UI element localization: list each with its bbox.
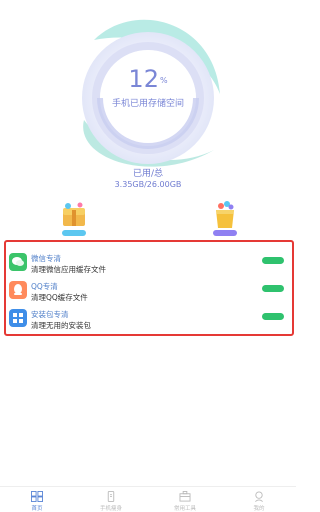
tab-profile[interactable]: 我的 (222, 487, 296, 512)
storage-percent-block: 12 % 手机已用存储空间 (0, 64, 296, 109)
clean-item-action-button[interactable] (262, 313, 284, 320)
tab-home[interactable]: 首页 (0, 487, 74, 512)
gift-bag-feature[interactable] (205, 200, 245, 240)
clean-item-qq[interactable]: QQ专清 清理QQ缓存文件 (6, 280, 292, 302)
clean-item-action-button[interactable] (262, 285, 284, 292)
tab-label: 首页 (31, 506, 43, 512)
clean-item-wechat[interactable]: 微信专清 清理微信应用缓存文件 (6, 252, 292, 274)
clean-item-desc: 清理微信应用缓存文件 (31, 265, 106, 274)
clean-items-list: 微信专清 清理微信应用缓存文件 QQ专清 清理QQ缓存文件 安装包专清 清理无用… (4, 240, 294, 336)
tab-tools[interactable]: 常用工具 (148, 487, 222, 512)
clean-item-apk[interactable]: 安装包专清 清理无用的安装包 (6, 308, 292, 330)
gift-bag-icon (216, 201, 234, 228)
home-grid-icon (31, 491, 43, 502)
clean-item-desc: 清理QQ缓存文件 (31, 293, 88, 302)
tab-label: 常用工具 (173, 506, 196, 512)
clean-item-title: 安装包专清 (31, 310, 69, 319)
storage-percent-sign: % (159, 76, 168, 85)
clean-item-title: 微信专清 (31, 254, 61, 263)
treasure-box-feature[interactable] (54, 200, 94, 240)
phone-slim-icon (107, 491, 115, 502)
clean-item-title: QQ专清 (31, 282, 58, 291)
tab-phone-slim[interactable]: 手机瘦身 (74, 487, 148, 512)
clean-item-desc: 清理无用的安装包 (31, 321, 91, 330)
storage-label: 手机已用存储空间 (111, 99, 184, 109)
clean-item-action-button[interactable] (262, 257, 284, 264)
tab-label: 手机瘦身 (99, 506, 122, 512)
gift-bag-badge (213, 230, 237, 236)
profile-icon (255, 491, 263, 502)
wechat-icon (9, 253, 27, 271)
toolbox-icon (179, 491, 191, 502)
treasure-box-badge (62, 230, 86, 236)
storage-percent-value: 12 (128, 65, 159, 93)
bottom-tab-bar: 首页 手机瘦身 常用工具 我的 (0, 486, 296, 512)
qq-icon (9, 281, 27, 299)
treasure-box-icon (63, 202, 85, 226)
tab-label: 我的 (253, 506, 265, 512)
used-total-value: 3.35GB/26.00GB (114, 180, 182, 189)
used-total-title: 已用/总 (132, 169, 164, 179)
apk-grid-icon (9, 309, 27, 327)
